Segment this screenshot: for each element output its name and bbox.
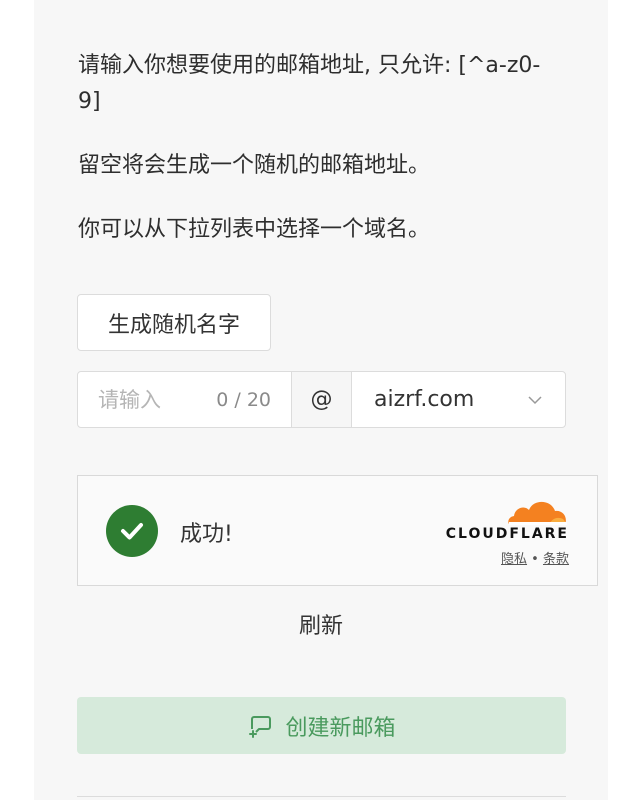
name-input-wrapper: 0 / 20 bbox=[78, 372, 292, 427]
terms-link[interactable]: 条款 bbox=[543, 552, 569, 567]
generate-random-name-button[interactable]: 生成随机名字 bbox=[77, 294, 271, 351]
email-address-input-group: 0 / 20 @ aizrf.com bbox=[77, 371, 566, 428]
chevron-down-icon bbox=[528, 395, 542, 404]
main-panel: 请输入你想要使用的邮箱地址, 只允许: [^a-z0-9] 留空将会生成一个随机… bbox=[34, 0, 608, 800]
cloudflare-wordmark: CLOUDFLARE bbox=[445, 526, 569, 542]
domain-select[interactable]: aizrf.com bbox=[352, 372, 565, 427]
instruction-text-random: 留空将会生成一个随机的邮箱地址。 bbox=[78, 153, 431, 178]
privacy-link[interactable]: 隐私 bbox=[501, 552, 527, 567]
email-name-input[interactable] bbox=[98, 387, 208, 412]
create-button-label: 创建新邮箱 bbox=[285, 715, 396, 741]
at-sign: @ bbox=[292, 372, 352, 427]
character-counter: 0 / 20 bbox=[216, 388, 271, 411]
refresh-button[interactable]: 刷新 bbox=[34, 608, 608, 640]
verification-status: 成功! bbox=[180, 522, 233, 547]
create-new-mailbox-button[interactable]: 创建新邮箱 bbox=[77, 697, 566, 754]
links-separator: • bbox=[531, 552, 539, 567]
refresh-label: 刷新 bbox=[298, 614, 343, 639]
next-section-edge bbox=[77, 796, 566, 800]
domain-select-value: aizrf.com bbox=[374, 387, 475, 412]
cloudflare-turnstile-widget: 成功! CLOUDFLARE 隐私 • 条款 bbox=[77, 475, 598, 586]
success-check-icon bbox=[106, 505, 158, 557]
instruction-text-allowed-chars: 请输入你想要使用的邮箱地址, 只允许: [^a-z0-9] bbox=[78, 53, 541, 114]
new-mail-icon bbox=[249, 715, 272, 738]
instruction-text-domain: 你可以从下拉列表中选择一个域名。 bbox=[78, 217, 431, 242]
cloudflare-links: 隐私 • 条款 bbox=[501, 548, 569, 567]
